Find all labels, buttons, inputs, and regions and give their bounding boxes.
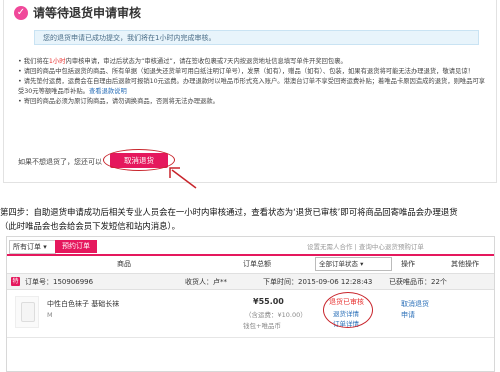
- payment-method: 钱包+唯品币: [243, 322, 281, 330]
- instruction-list: • 我们将在1小时内审核申请，审过后状态为“审核通过”，请在签收包裹或7天内按退…: [18, 57, 488, 107]
- product-size: M: [47, 311, 53, 319]
- product-name[interactable]: 中性白色袜子 基础长袜: [47, 299, 119, 309]
- notice-bar: 您的退货申请已成功提交，我们将在1小时内完成审核。: [34, 30, 479, 45]
- sock-image: [21, 302, 35, 322]
- order-list: 所有订单 ▾ 预约订单 设置无需人合作 | 查询中心退货预购订单 商品 订单总额…: [6, 236, 495, 372]
- return-pending-panel: ✓ 请等待退货申请审核 您的退货申请已成功提交，我们将在1小时内完成审核。 • …: [3, 0, 497, 183]
- instruction-item: • 寄回的商品必须为原订购商品，请勿调换商品，否则将无法办理退款。: [18, 98, 219, 105]
- col-other: 其他操作: [451, 260, 479, 268]
- divider: [7, 337, 494, 338]
- all-orders-tab[interactable]: 所有订单 ▾: [9, 240, 56, 254]
- earned-coins: 已获唯品币：22个: [389, 278, 447, 286]
- pending-title: 请等待退货申请审核: [33, 6, 142, 20]
- tab-underline: [7, 254, 494, 256]
- col-goods: 商品: [117, 260, 131, 268]
- apply-link[interactable]: 申请: [401, 310, 415, 320]
- shipping-fee: （含运费：¥10.00）: [245, 311, 307, 319]
- receiver-name: 收货人：卢**: [185, 278, 227, 286]
- instruction-item: • 请先垫付运费，运费会在自理由后退款可报销10元运费。办理退款时以唯品币形式充…: [18, 78, 486, 95]
- instruction-item: • 请回的商品中包括退货的商品、所有单据（如退失还货单可用白纸注明订单号），发票…: [18, 68, 474, 75]
- order-price: ¥55.00: [253, 297, 284, 306]
- col-total: 订单总额: [243, 260, 271, 268]
- chevron-down-icon: ▾: [43, 243, 47, 251]
- cancel-return-link[interactable]: 取消退货: [401, 299, 429, 309]
- order-header-row: 特 订单号：150906996 收货人：卢** 下单时间：2015-09-06 …: [7, 273, 494, 290]
- order-time: 下单时间：2015-09-06 12:28:43: [263, 278, 373, 286]
- vip-icon: 特: [11, 277, 20, 286]
- annotation-arrow: [169, 167, 197, 189]
- refund-policy-link[interactable]: 查看退款说明: [89, 88, 127, 95]
- status-filter-select[interactable]: 全部订单状态 ▾: [315, 257, 392, 271]
- order-number[interactable]: 订单号：150906996: [25, 277, 93, 287]
- col-op: 操作: [401, 260, 415, 268]
- cancel-prompt: 如果不想退货了，您还可以: [18, 158, 102, 166]
- product-thumbnail[interactable]: [15, 296, 39, 328]
- preorder-tab[interactable]: 预约订单: [55, 240, 97, 253]
- instruction-item: • 我们将在1小时内审核申请，审过后状态为“审核通过”，请在签收包裹或7天内按退…: [18, 58, 347, 65]
- annotation-circle: [323, 292, 373, 328]
- step-four-text: 第四步：自助退货申请成功后相关专业人员会在一小时内审核通过，查看状态为‘退货已审…: [0, 207, 458, 231]
- check-icon: ✓: [14, 6, 28, 20]
- filter-links[interactable]: 设置无需人合作 | 查询中心退货预购订单: [307, 241, 424, 251]
